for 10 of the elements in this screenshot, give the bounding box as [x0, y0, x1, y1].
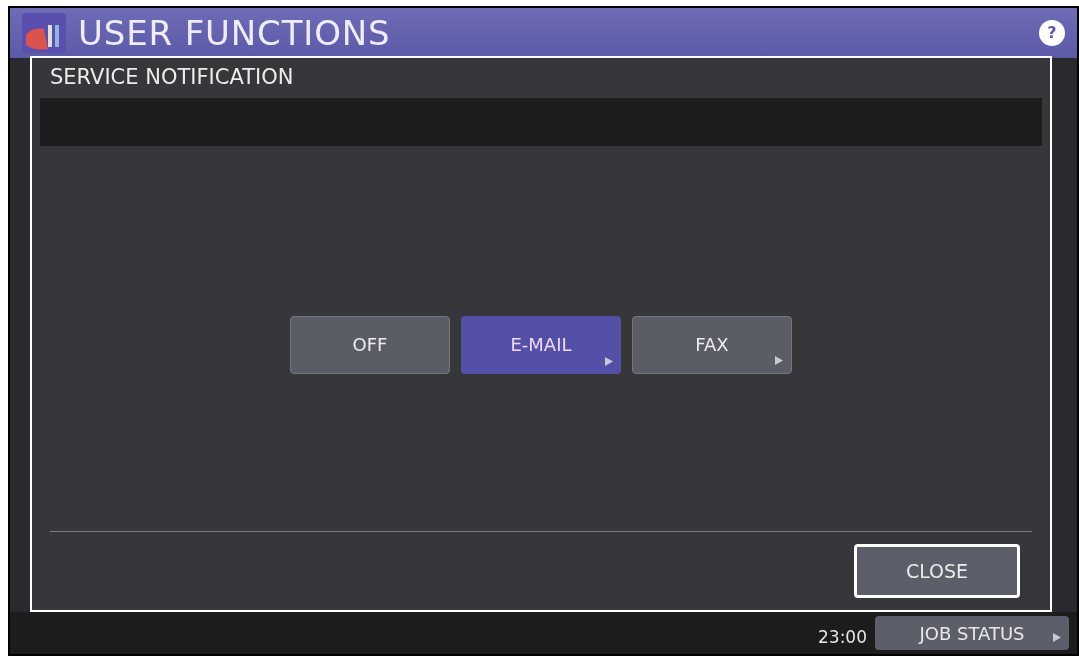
dialog-title: SERVICE NOTIFICATION — [49, 64, 295, 92]
close-button[interactable]: CLOSE — [854, 544, 1020, 598]
page-title: USER FUNCTIONS — [78, 16, 391, 50]
triangle-icon — [1053, 633, 1061, 642]
option-button[interactable]: OFF — [290, 315, 450, 374]
option-button[interactable]: E-MAIL — [461, 315, 621, 374]
help-button[interactable]: ? — [1039, 20, 1065, 46]
job-status-button[interactable]: JOB STATUS — [875, 616, 1069, 650]
option-button[interactable]: FAX — [632, 315, 792, 374]
clock-time: 23:00 — [818, 625, 867, 649]
